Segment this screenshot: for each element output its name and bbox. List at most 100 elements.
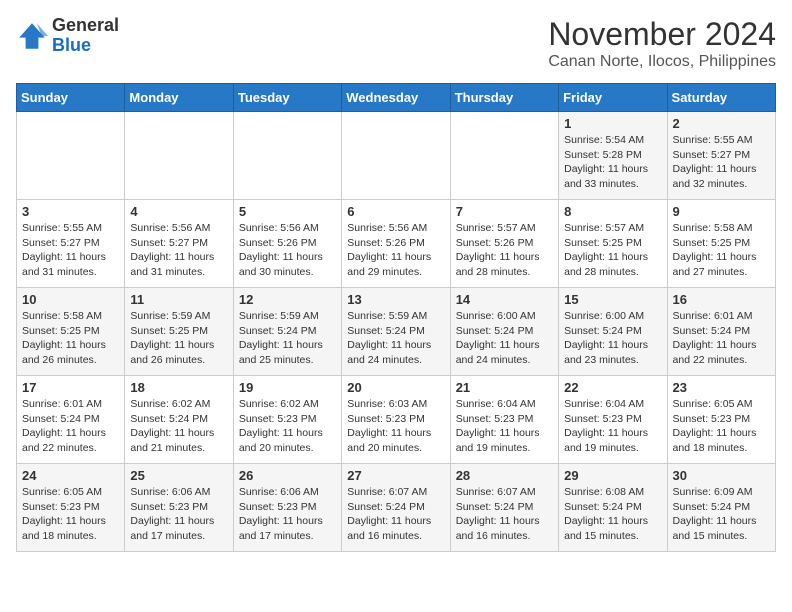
day-info: Sunrise: 6:02 AMSunset: 5:24 PMDaylight:…: [130, 397, 227, 456]
day-number: 5: [239, 204, 336, 219]
calendar-cell: [125, 112, 233, 200]
day-number: 7: [456, 204, 553, 219]
day-number: 3: [22, 204, 119, 219]
location: Canan Norte, Ilocos, Philippines: [548, 53, 776, 71]
day-number: 15: [564, 292, 661, 307]
header-cell-saturday: Saturday: [667, 84, 775, 112]
day-info: Sunrise: 5:59 AMSunset: 5:24 PMDaylight:…: [239, 309, 336, 368]
title-block: November 2024 Canan Norte, Ilocos, Phili…: [548, 16, 776, 71]
day-number: 14: [456, 292, 553, 307]
day-number: 25: [130, 468, 227, 483]
day-number: 27: [347, 468, 444, 483]
calendar-cell: 27 Sunrise: 6:07 AMSunset: 5:24 PMDayligh…: [342, 464, 450, 552]
calendar-cell: [17, 112, 125, 200]
day-info: Sunrise: 5:56 AMSunset: 5:26 PMDaylight:…: [239, 221, 336, 280]
calendar-cell: 10 Sunrise: 5:58 AMSunset: 5:25 PMDayligh…: [17, 288, 125, 376]
day-info: Sunrise: 5:59 AMSunset: 5:24 PMDaylight:…: [347, 309, 444, 368]
logo-general: General: [52, 15, 119, 35]
calendar-cell: 18 Sunrise: 6:02 AMSunset: 5:24 PMDayligh…: [125, 376, 233, 464]
calendar-cell: 24 Sunrise: 6:05 AMSunset: 5:23 PMDayligh…: [17, 464, 125, 552]
week-row-1: 3Sunrise: 5:55 AMSunset: 5:27 PMDaylight…: [17, 200, 776, 288]
week-row-4: 24 Sunrise: 6:05 AMSunset: 5:23 PMDayligh…: [17, 464, 776, 552]
day-info: Sunrise: 6:04 AMSunset: 5:23 PMDaylight:…: [564, 397, 661, 456]
header-cell-thursday: Thursday: [450, 84, 558, 112]
header-cell-monday: Monday: [125, 84, 233, 112]
day-info: Sunrise: 6:07 AMSunset: 5:24 PMDaylight:…: [347, 485, 444, 544]
day-info: Sunrise: 6:02 AMSunset: 5:23 PMDaylight:…: [239, 397, 336, 456]
calendar-cell: 14Sunrise: 6:00 AMSunset: 5:24 PMDayligh…: [450, 288, 558, 376]
day-info: Sunrise: 6:08 AMSunset: 5:24 PMDaylight:…: [564, 485, 661, 544]
day-number: 11: [130, 292, 227, 307]
calendar-cell: 17 Sunrise: 6:01 AMSunset: 5:24 PMDayligh…: [17, 376, 125, 464]
header-cell-tuesday: Tuesday: [233, 84, 341, 112]
day-info: Sunrise: 5:58 AMSunset: 5:25 PMDaylight:…: [22, 309, 119, 368]
calendar-cell: [233, 112, 341, 200]
day-info: Sunrise: 5:56 AMSunset: 5:26 PMDaylight:…: [347, 221, 444, 280]
calendar-body: 1 Sunrise: 5:54 AMSunset: 5:28 PMDaylight…: [17, 112, 776, 552]
day-info: Sunrise: 6:03 AMSunset: 5:23 PMDaylight:…: [347, 397, 444, 456]
calendar-cell: 23 Sunrise: 6:05 AMSunset: 5:23 PMDayligh…: [667, 376, 775, 464]
day-number: 23: [673, 380, 770, 395]
week-row-0: 1 Sunrise: 5:54 AMSunset: 5:28 PMDaylight…: [17, 112, 776, 200]
calendar-cell: 7Sunrise: 5:57 AMSunset: 5:26 PMDaylight…: [450, 200, 558, 288]
calendar-cell: 26 Sunrise: 6:06 AMSunset: 5:23 PMDayligh…: [233, 464, 341, 552]
day-info: Sunrise: 5:54 AMSunset: 5:28 PMDaylight:…: [564, 133, 661, 192]
day-info: Sunrise: 6:01 AMSunset: 5:24 PMDaylight:…: [22, 397, 119, 456]
day-number: 30: [673, 468, 770, 483]
calendar-cell: 25 Sunrise: 6:06 AMSunset: 5:23 PMDayligh…: [125, 464, 233, 552]
month-title: November 2024: [548, 16, 776, 53]
calendar-cell: 20 Sunrise: 6:03 AMSunset: 5:23 PMDayligh…: [342, 376, 450, 464]
calendar-cell: 28 Sunrise: 6:07 AMSunset: 5:24 PMDayligh…: [450, 464, 558, 552]
day-info: Sunrise: 5:59 AMSunset: 5:25 PMDaylight:…: [130, 309, 227, 368]
day-number: 21: [456, 380, 553, 395]
calendar-cell: 6 Sunrise: 5:56 AMSunset: 5:26 PMDaylight…: [342, 200, 450, 288]
week-row-2: 10 Sunrise: 5:58 AMSunset: 5:25 PMDayligh…: [17, 288, 776, 376]
day-info: Sunrise: 6:09 AMSunset: 5:24 PMDaylight:…: [673, 485, 770, 544]
header-cell-sunday: Sunday: [17, 84, 125, 112]
day-number: 10: [22, 292, 119, 307]
calendar-cell: 11 Sunrise: 5:59 AMSunset: 5:25 PMDayligh…: [125, 288, 233, 376]
day-number: 20: [347, 380, 444, 395]
logo: General Blue: [16, 16, 119, 56]
calendar-cell: 19Sunrise: 6:02 AMSunset: 5:23 PMDayligh…: [233, 376, 341, 464]
logo-blue: Blue: [52, 35, 91, 55]
day-info: Sunrise: 5:55 AMSunset: 5:27 PMDaylight:…: [673, 133, 770, 192]
day-number: 1: [564, 116, 661, 131]
logo-icon: [16, 20, 48, 52]
day-number: 9: [673, 204, 770, 219]
day-number: 18: [130, 380, 227, 395]
day-info: Sunrise: 5:57 AMSunset: 5:25 PMDaylight:…: [564, 221, 661, 280]
day-number: 24: [22, 468, 119, 483]
calendar-cell: 3Sunrise: 5:55 AMSunset: 5:27 PMDaylight…: [17, 200, 125, 288]
logo-text: General Blue: [52, 16, 119, 56]
week-row-3: 17 Sunrise: 6:01 AMSunset: 5:24 PMDayligh…: [17, 376, 776, 464]
day-info: Sunrise: 6:05 AMSunset: 5:23 PMDaylight:…: [673, 397, 770, 456]
calendar-table: SundayMondayTuesdayWednesdayThursdayFrid…: [16, 83, 776, 552]
day-number: 26: [239, 468, 336, 483]
day-number: 28: [456, 468, 553, 483]
calendar-cell: 15Sunrise: 6:00 AMSunset: 5:24 PMDayligh…: [559, 288, 667, 376]
day-info: Sunrise: 6:07 AMSunset: 5:24 PMDaylight:…: [456, 485, 553, 544]
calendar-cell: 29 Sunrise: 6:08 AMSunset: 5:24 PMDayligh…: [559, 464, 667, 552]
day-number: 6: [347, 204, 444, 219]
day-number: 16: [673, 292, 770, 307]
day-info: Sunrise: 5:58 AMSunset: 5:25 PMDaylight:…: [673, 221, 770, 280]
calendar-cell: 30 Sunrise: 6:09 AMSunset: 5:24 PMDayligh…: [667, 464, 775, 552]
calendar-cell: 2Sunrise: 5:55 AMSunset: 5:27 PMDaylight…: [667, 112, 775, 200]
day-info: Sunrise: 6:01 AMSunset: 5:24 PMDaylight:…: [673, 309, 770, 368]
day-number: 17: [22, 380, 119, 395]
day-info: Sunrise: 6:05 AMSunset: 5:23 PMDaylight:…: [22, 485, 119, 544]
day-number: 22: [564, 380, 661, 395]
day-info: Sunrise: 6:06 AMSunset: 5:23 PMDaylight:…: [130, 485, 227, 544]
calendar-cell: 1 Sunrise: 5:54 AMSunset: 5:28 PMDaylight…: [559, 112, 667, 200]
header-cell-friday: Friday: [559, 84, 667, 112]
calendar-cell: 9 Sunrise: 5:58 AMSunset: 5:25 PMDaylight…: [667, 200, 775, 288]
header-cell-wednesday: Wednesday: [342, 84, 450, 112]
calendar-cell: [450, 112, 558, 200]
day-number: 13: [347, 292, 444, 307]
day-info: Sunrise: 6:06 AMSunset: 5:23 PMDaylight:…: [239, 485, 336, 544]
calendar-cell: 5 Sunrise: 5:56 AMSunset: 5:26 PMDaylight…: [233, 200, 341, 288]
calendar-cell: [342, 112, 450, 200]
day-number: 29: [564, 468, 661, 483]
header-row: SundayMondayTuesdayWednesdayThursdayFrid…: [17, 84, 776, 112]
